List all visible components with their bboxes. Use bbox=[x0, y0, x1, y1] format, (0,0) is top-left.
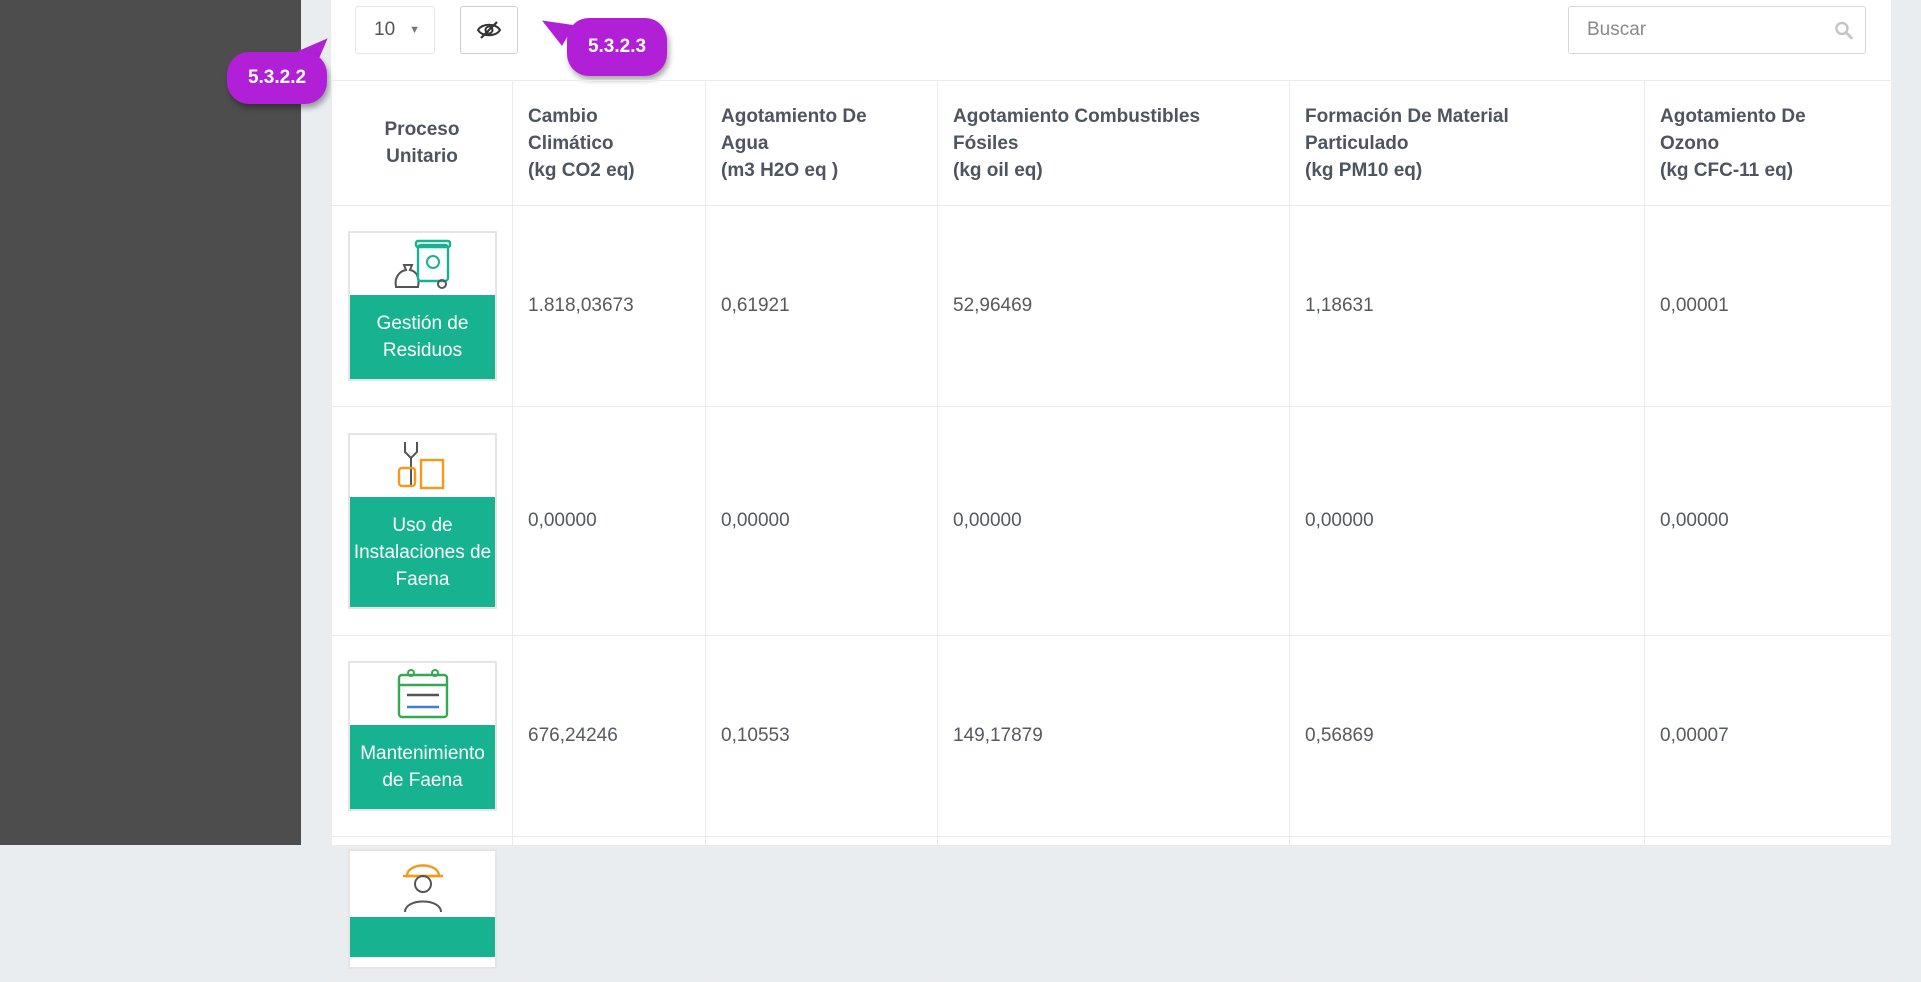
cell-empty bbox=[512, 836, 706, 982]
column-visibility-button[interactable] bbox=[460, 6, 518, 54]
cell-agotamiento-agua: 0,61921 bbox=[705, 205, 938, 407]
process-cell: Uso de Instalaciones de Faena bbox=[331, 406, 513, 636]
cell-agotamiento-ozono: 0,00001 bbox=[1644, 205, 1892, 407]
header-agotamiento-agua[interactable]: Agotamiento De Agua (m3 H2O eq ) bbox=[705, 80, 938, 206]
waste-bin-icon bbox=[394, 239, 451, 289]
worker-helmet-icon bbox=[402, 864, 443, 912]
cell-empty bbox=[705, 836, 938, 982]
table-row: Mantenimiento de Faena 676,24246 0,10553 … bbox=[331, 635, 1892, 837]
cell-empty bbox=[1289, 836, 1645, 982]
annotation-callout-page-size: 5.3.2.2 bbox=[227, 52, 327, 104]
process-cell: Mantenimiento de Faena bbox=[331, 635, 513, 837]
process-card-mantenimiento-faena[interactable]: Mantenimiento de Faena bbox=[348, 661, 497, 811]
annotation-callout-visibility: 5.3.2.3 bbox=[567, 18, 667, 76]
cell-agotamiento-agua: 0,10553 bbox=[705, 635, 938, 837]
process-cell bbox=[331, 836, 513, 982]
search-box[interactable] bbox=[1568, 6, 1866, 54]
cell-cambio-climatico: 676,24246 bbox=[512, 635, 706, 837]
search-input[interactable] bbox=[1585, 18, 1834, 42]
maintenance-calendar-icon bbox=[397, 669, 448, 719]
table-header-row: Proceso Unitario Cambio Climático (kg CO2 e… bbox=[331, 80, 1892, 206]
cell-agotamiento-combustibles: 52,96469 bbox=[937, 205, 1290, 407]
impact-table: Proceso Unitario Cambio Climático (kg CO2 e… bbox=[331, 80, 1892, 982]
process-label: Gestión de Residuos bbox=[350, 295, 495, 379]
caret-down-icon: ▼ bbox=[409, 24, 420, 36]
cell-empty bbox=[937, 836, 1290, 982]
cell-material-particulado: 0,56869 bbox=[1289, 635, 1645, 837]
header-cambio-climatico[interactable]: Cambio Climático (kg CO2 eq) bbox=[512, 80, 706, 206]
process-label bbox=[350, 917, 495, 957]
cell-material-particulado: 1,18631 bbox=[1289, 205, 1645, 407]
cell-agotamiento-ozono: 0,00000 bbox=[1644, 406, 1892, 636]
page-size-select[interactable]: 10 ▼ bbox=[355, 6, 435, 54]
eye-slash-icon bbox=[476, 21, 502, 39]
table-row: Gestión de Residuos 1.818,03673 0,61921 5… bbox=[331, 205, 1892, 407]
cell-empty bbox=[1644, 836, 1892, 982]
header-agotamiento-combustibles[interactable]: Agotamiento Combustibles Fósiles (kg oil e… bbox=[937, 80, 1290, 206]
cell-material-particulado: 0,00000 bbox=[1289, 406, 1645, 636]
process-card-uso-instalaciones[interactable]: Uso de Instalaciones de Faena bbox=[348, 433, 497, 609]
process-cell: Gestión de Residuos bbox=[331, 205, 513, 407]
process-label: Mantenimiento de Faena bbox=[350, 725, 495, 809]
left-dark-panel bbox=[0, 0, 301, 845]
header-proceso-unitario[interactable]: Proceso Unitario bbox=[331, 80, 513, 206]
table-row: Uso de Instalaciones de Faena 0,00000 0,00… bbox=[331, 406, 1892, 636]
cell-agotamiento-combustibles: 0,00000 bbox=[937, 406, 1290, 636]
process-card-partial[interactable] bbox=[348, 849, 497, 969]
search-icon[interactable] bbox=[1834, 18, 1853, 42]
header-material-particulado[interactable]: Formación De Material Particulado (kg PM10… bbox=[1289, 80, 1645, 206]
cell-agotamiento-combustibles: 149,17879 bbox=[937, 635, 1290, 837]
process-card-gestion-residuos[interactable]: Gestión de Residuos bbox=[348, 231, 497, 381]
header-agotamiento-ozono[interactable]: Agotamiento De Ozono (kg CFC-11 eq) bbox=[1644, 80, 1892, 206]
tools-hand-icon bbox=[397, 442, 444, 490]
cell-cambio-climatico: 1.818,03673 bbox=[512, 205, 706, 407]
cell-agotamiento-agua: 0,00000 bbox=[705, 406, 938, 636]
cell-agotamiento-ozono: 0,00007 bbox=[1644, 635, 1892, 837]
page-size-value: 10 bbox=[374, 19, 396, 40]
table-row bbox=[331, 836, 1892, 982]
cell-cambio-climatico: 0,00000 bbox=[512, 406, 706, 636]
process-label: Uso de Instalaciones de Faena bbox=[350, 497, 495, 607]
